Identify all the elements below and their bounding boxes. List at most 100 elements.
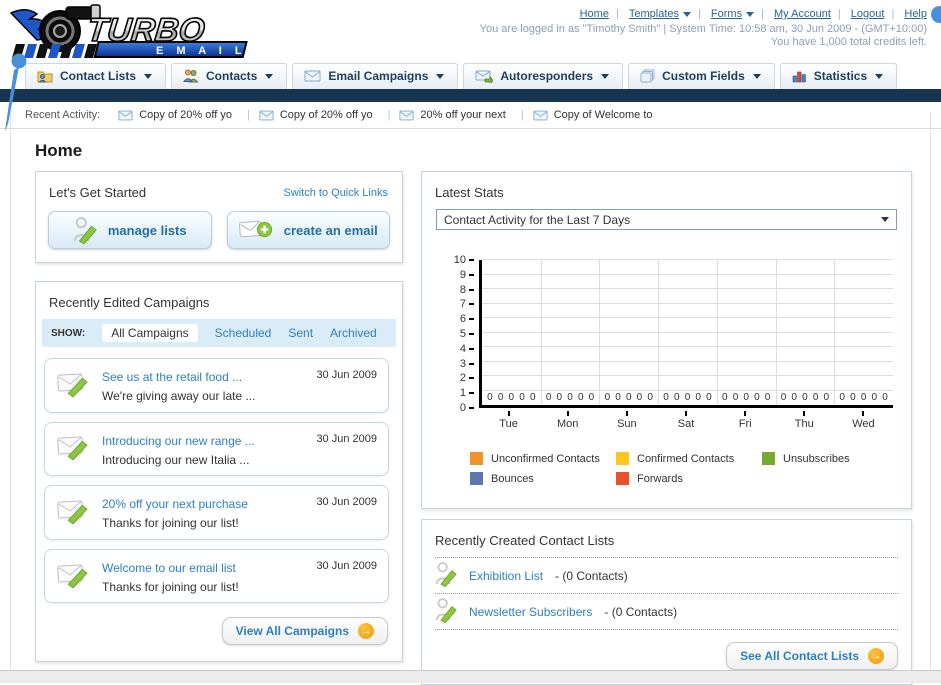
credits-text: You have 1,000 total credits left.	[770, 36, 927, 48]
login-status-text: You are logged in as "Timothy Smith" | S…	[479, 23, 927, 35]
contact-list-link[interactable]: Newsletter Subscribers	[469, 605, 592, 619]
recent-activity-item[interactable]: Copy of Welcome to	[533, 109, 653, 121]
contact-list-row[interactable]: Newsletter Subscribers - (0 Contacts)	[422, 594, 911, 629]
campaign-row[interactable]: 20% off your next purchase Thanks for joi…	[44, 485, 389, 540]
value-label: 0	[823, 392, 830, 403]
button-label: manage lists	[107, 222, 187, 238]
envelope-icon	[259, 110, 274, 120]
value-labels-group: 00000	[482, 391, 541, 403]
page-header: TURBO E M A I L Home Templates Forms My …	[0, 0, 941, 58]
recent-activity-item[interactable]: Copy of 20% off yo	[118, 109, 259, 121]
recent-activity-item[interactable]: 20% off your next	[399, 109, 532, 121]
campaign-row[interactable]: Introducing our new range ... Introducing…	[44, 421, 389, 477]
contact-list-link[interactable]: Exhibition List	[469, 569, 543, 583]
switch-quick-links[interactable]: Switch to Quick Links	[283, 187, 388, 199]
button-label: View All Campaigns	[235, 624, 349, 639]
campaign-date: 30 Jun 2009	[316, 496, 377, 509]
tab-label: Statistics	[813, 69, 868, 83]
person-pencil-icon	[435, 562, 457, 588]
tab-autoresponders[interactable]: Autoresponders	[463, 63, 624, 89]
x-axis-cell: Sat	[656, 411, 715, 430]
value-label: 0	[615, 392, 621, 403]
gridline	[775, 260, 777, 405]
get-started-panel: Let's Get Started Switch to Quick Links …	[35, 171, 403, 263]
gridline	[482, 317, 893, 318]
value-label: 0	[850, 392, 856, 403]
tab-email-campaigns[interactable]: Email Campaigns	[292, 63, 459, 89]
envelope-icon	[533, 110, 548, 120]
x-axis-cell: Fri	[716, 411, 775, 430]
tab-custom-fields[interactable]: Custom Fields	[628, 63, 775, 89]
filter-sent[interactable]: Sent	[288, 326, 313, 340]
value-labels-group: 00000	[599, 391, 658, 403]
nav-link-forms[interactable]: Forms	[711, 8, 742, 20]
x-tick-label: Thu	[794, 418, 814, 430]
campaign-text: 20% off your next purchase Thanks for joi…	[102, 492, 316, 533]
nav-link-my-account[interactable]: My Account	[774, 8, 831, 20]
campaign-row[interactable]: Welcome to our email list Thanks for join…	[44, 548, 389, 604]
value-label: 0	[508, 392, 515, 403]
chevron-down-icon	[265, 73, 274, 79]
gridline	[482, 375, 893, 376]
contact-lists-folder-icon	[37, 71, 53, 83]
value-label: 0	[721, 392, 728, 403]
value-labels-group: 00000	[717, 391, 776, 403]
campaign-title-link[interactable]: 20% off your next purchase	[102, 497, 248, 511]
campaign-title-link[interactable]: Welcome to our email list	[102, 561, 236, 575]
create-email-button[interactable]: create an email	[226, 211, 390, 249]
stats-period-dropdown[interactable]: Contact Activity for the Last 7 Days	[436, 209, 897, 230]
recently-edited-campaigns-panel: Recently Edited Campaigns SHOW: All Camp…	[35, 281, 403, 663]
contact-count: - (0 Contacts)	[555, 568, 628, 583]
tab-contacts[interactable]: Contacts	[171, 63, 288, 89]
see-all-contact-lists-button[interactable]: See All Contact Lists →	[726, 642, 898, 670]
recent-activity-item[interactable]: Copy of 20% off yo	[259, 109, 400, 121]
tab-statistics[interactable]: Statistics	[779, 63, 898, 89]
chevron-down-icon	[683, 11, 691, 17]
campaign-title-link[interactable]: See us at the retail food ...	[102, 370, 242, 384]
legend-label: Unsubscribes	[783, 452, 850, 465]
value-label: 0	[556, 392, 563, 403]
tab-label: Custom Fields	[662, 69, 745, 83]
page-title: Home	[35, 141, 83, 160]
nav-link-help[interactable]: Help	[904, 8, 927, 20]
value-labels-group: 00000	[776, 391, 835, 403]
y-tick-mark	[469, 392, 474, 395]
value-label: 0	[673, 392, 680, 403]
y-tick-mark	[469, 303, 474, 306]
nav-link-logout[interactable]: Logout	[851, 8, 885, 20]
view-all-campaigns-button[interactable]: View All Campaigns →	[221, 617, 388, 646]
nav-link-home[interactable]: Home	[580, 8, 609, 20]
campaigns-panel-title: Recently Edited Campaigns	[49, 295, 210, 310]
nav-link-templates[interactable]: Templates	[629, 8, 679, 20]
envelope-pencil-icon	[56, 496, 90, 529]
x-tick-label: Sun	[617, 418, 637, 430]
value-label: 0	[497, 392, 504, 403]
activity-item-label: Copy of Welcome to	[553, 109, 653, 121]
gridline	[482, 331, 893, 333]
y-tick-mark	[469, 333, 474, 335]
envelope-pencil-icon	[57, 436, 88, 461]
value-label: 0	[567, 392, 573, 403]
contact-list-row[interactable]: Exhibition List - (0 Contacts)	[422, 558, 911, 593]
gridline	[482, 273, 893, 275]
x-axis-cell: Mon	[538, 411, 597, 430]
campaign-title-link[interactable]: Introducing our new range ...	[102, 434, 255, 448]
tab-contact-lists[interactable]: Contact Lists	[25, 63, 167, 89]
logo-text-email: E M A I L	[156, 45, 247, 57]
campaign-subtitle: Introducing our new Italia ...	[102, 452, 250, 467]
chevron-down-icon	[436, 73, 445, 79]
value-label: 0	[780, 392, 787, 403]
main-navigation: Contact Lists Contacts Email Campaigns A…	[0, 58, 941, 89]
x-tick-label: Mon	[557, 418, 579, 430]
manage-lists-button[interactable]: manage lists	[48, 211, 212, 249]
filter-archived[interactable]: Archived	[330, 326, 377, 340]
gridline	[599, 260, 601, 405]
latest-stats-panel: Latest Stats Contact Activity for the La…	[421, 171, 912, 509]
legend-swatch	[616, 472, 629, 485]
campaign-row[interactable]: See us at the retail food ... We're givin…	[44, 358, 389, 413]
filter-all-campaigns[interactable]: All Campaigns	[102, 324, 198, 342]
filter-scheduled[interactable]: Scheduled	[215, 326, 272, 340]
legend-swatch	[470, 452, 483, 465]
gridline	[482, 288, 893, 289]
x-tick-label: Sat	[677, 418, 695, 430]
